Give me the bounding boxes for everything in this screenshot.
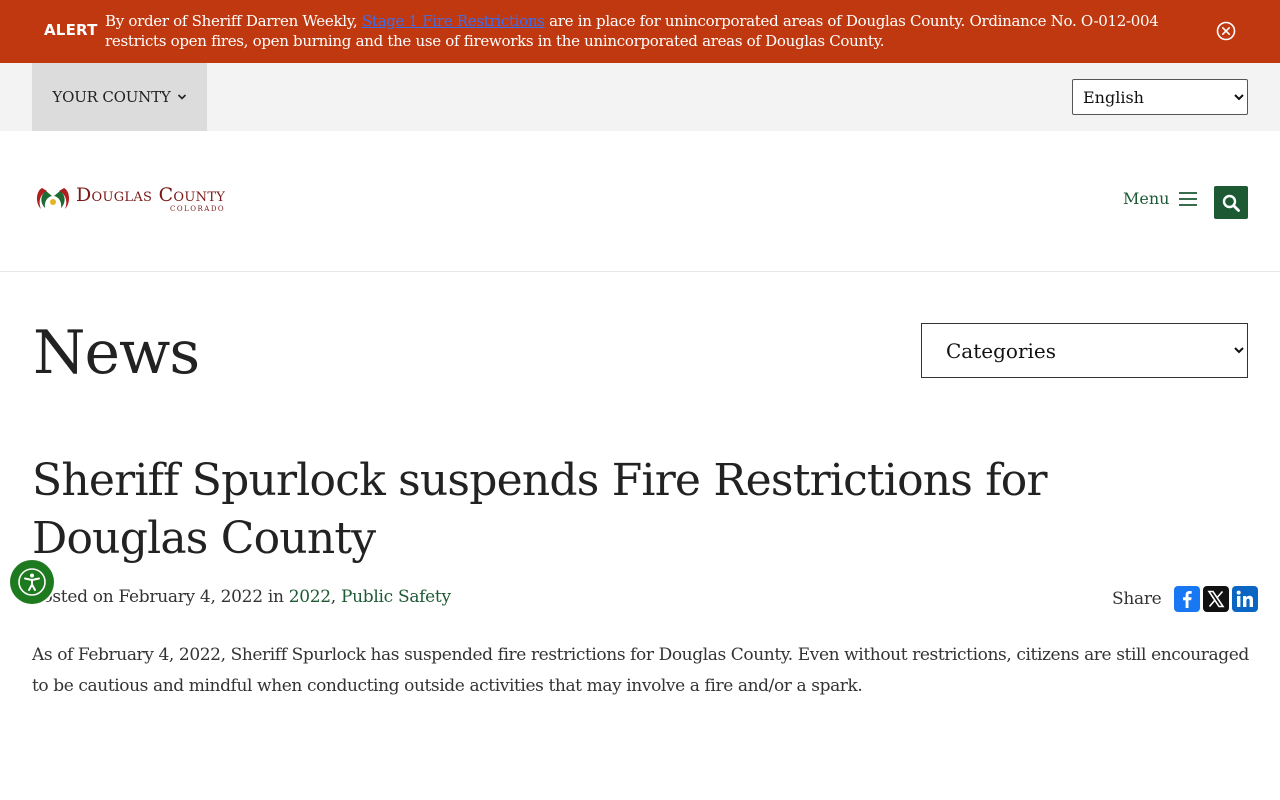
category-link-public-safety[interactable]: Public Safety — [341, 587, 451, 607]
share-label: Share — [1112, 589, 1162, 609]
alert-message: By order of Sheriff Darren Weekly, Stage… — [105, 11, 1195, 51]
site-header: Douglas County COLORADO Menu — [0, 131, 1280, 272]
logo-emblem-icon — [36, 188, 70, 209]
your-county-label: YOUR COUNTY — [52, 88, 171, 106]
x-icon[interactable] — [1203, 586, 1230, 612]
menu-label: Menu — [1123, 189, 1170, 208]
fire-restrictions-link[interactable]: Stage 1 Fire Restrictions — [362, 12, 545, 30]
alert-label: ALERT — [44, 21, 98, 39]
search-button[interactable] — [1214, 186, 1248, 219]
accessibility-button[interactable] — [10, 560, 54, 604]
alert-text-before: By order of Sheriff Darren Weekly, — [105, 12, 362, 30]
categories-select[interactable]: Categories — [921, 323, 1248, 378]
alert-banner: ALERT By order of Sheriff Darren Weekly,… — [0, 0, 1280, 63]
menu-button[interactable]: Menu — [1123, 189, 1198, 208]
language-select[interactable]: English — [1072, 79, 1248, 115]
hamburger-icon — [1179, 191, 1198, 206]
search-icon — [1222, 194, 1240, 212]
logo-name: Douglas County — [76, 183, 226, 206]
article-title: Sheriff Spurlock suspends Fire Restricti… — [32, 455, 1047, 564]
logo-wordmark: Douglas County COLORADO — [76, 183, 226, 213]
share-bar: Share — [1112, 586, 1259, 612]
post-date: Posted on February 4, 2022 in — [32, 587, 289, 607]
post-meta: Posted on February 4, 2022 in 2022, Publ… — [32, 587, 451, 607]
close-icon[interactable] — [1216, 21, 1236, 41]
chevron-down-icon — [177, 94, 186, 100]
linkedin-icon[interactable] — [1232, 586, 1259, 612]
your-county-dropdown[interactable]: YOUR COUNTY — [32, 63, 207, 131]
article-body: As of February 4, 2022, Sheriff Spurlock… — [32, 645, 1249, 696]
facebook-icon[interactable] — [1174, 586, 1201, 612]
utility-bar: YOUR COUNTY English — [0, 63, 1280, 131]
category-link-2022[interactable]: 2022 — [289, 587, 331, 607]
logo-state: COLORADO — [170, 204, 226, 213]
douglas-county-logo[interactable]: Douglas County COLORADO — [34, 185, 225, 213]
page-title: News — [33, 318, 200, 388]
accessibility-icon — [18, 568, 46, 596]
